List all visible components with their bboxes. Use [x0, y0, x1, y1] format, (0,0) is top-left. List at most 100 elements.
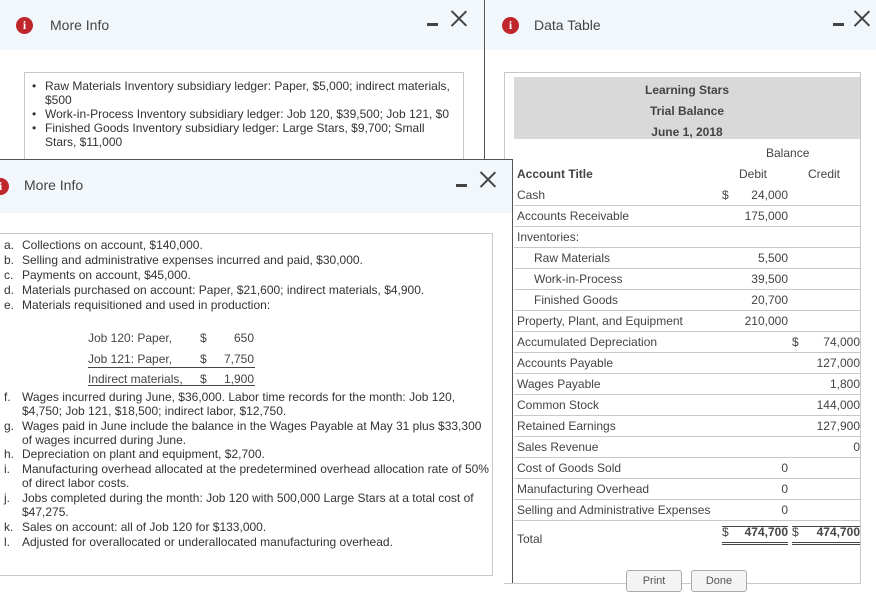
- requisition-label: Job 121: Paper,: [88, 352, 173, 366]
- row-divider: [514, 268, 860, 269]
- minimize-button[interactable]: [427, 23, 438, 26]
- close-button[interactable]: [853, 9, 871, 27]
- row-divider: [514, 373, 860, 374]
- list-item: • Raw Materials Inventory subsidiary ledg…: [32, 79, 450, 107]
- row-divider: [514, 436, 860, 437]
- total-double-underline: [722, 544, 788, 545]
- account-name: Raw Materials: [534, 251, 611, 265]
- row-divider: [514, 415, 860, 416]
- debit-value: 0: [781, 482, 788, 496]
- close-button[interactable]: [479, 170, 497, 188]
- print-button[interactable]: Print: [626, 570, 682, 592]
- account-name: Accounts Receivable: [517, 209, 630, 223]
- total-credit-sign: $: [792, 525, 799, 539]
- list-item: h. Depreciation on plant and equipment, $…: [4, 447, 265, 461]
- credit-value: 144,000: [816, 398, 860, 412]
- row-divider: [514, 520, 860, 521]
- list-item: • Work-in-Process Inventory subsidiary le…: [32, 107, 450, 121]
- balance-header: Balance: [766, 146, 810, 160]
- list-item: j. Jobs completed during the month: Job 1…: [4, 491, 474, 519]
- row-divider: [514, 499, 860, 500]
- list-item: i. Manufacturing overhead allocated at th…: [4, 462, 489, 490]
- subsidiary-ledger-list: • Raw Materials Inventory subsidiary ledg…: [32, 79, 455, 149]
- list-item: l. Adjusted for overallocated or underall…: [4, 535, 393, 549]
- account-name: Accounts Payable: [517, 356, 614, 370]
- debit-value: 0: [781, 503, 788, 517]
- more-info-dialog-2: i More Info a. Collections on account, $1…: [0, 159, 513, 583]
- minimize-button[interactable]: [456, 184, 467, 187]
- dialog-title: More Info: [50, 17, 110, 33]
- dialog-title: More Info: [24, 177, 84, 193]
- row-divider: [514, 205, 860, 206]
- list-item: • Finished Goods Inventory subsidiary led…: [32, 121, 425, 149]
- info-content-box: • Raw Materials Inventory subsidiary ledg…: [24, 72, 464, 159]
- account-name: Accumulated Depreciation: [517, 335, 658, 349]
- account-name: Sales Revenue: [517, 440, 599, 454]
- debit-value: 20,700: [751, 293, 788, 307]
- requisition-label: Job 120: Paper,: [88, 331, 173, 345]
- close-button[interactable]: [450, 9, 468, 27]
- row-divider: [514, 331, 860, 332]
- done-button[interactable]: Done: [691, 570, 747, 592]
- credit-header: Credit: [808, 167, 841, 181]
- list-item: f. Wages incurred during June, $36,000. L…: [4, 390, 456, 418]
- account-name: Inventories:: [517, 230, 580, 244]
- list-item: g. Wages paid in June include the balance…: [4, 419, 482, 447]
- row-divider: [514, 457, 860, 458]
- list-item: c. Payments on account, $45,000.: [4, 268, 191, 282]
- account-name: Finished Goods: [534, 293, 619, 307]
- debit-value: 39,500: [751, 272, 788, 286]
- credit-value: 74,000: [823, 335, 860, 349]
- total-debit: 474,700: [744, 525, 788, 539]
- report-date: June 1, 2018: [651, 125, 723, 139]
- list-item: d. Materials purchased on account: Paper,…: [4, 283, 425, 297]
- debit-value: 24,000: [751, 188, 788, 202]
- info-icon: i: [16, 17, 33, 34]
- total-credit: 474,700: [816, 525, 860, 539]
- requisition-dollar: $: [200, 331, 207, 345]
- requisition-amount: 1,900: [223, 372, 254, 386]
- account-name: Manufacturing Overhead: [517, 482, 650, 496]
- minimize-button[interactable]: [833, 23, 844, 26]
- credit-value: 1,800: [829, 377, 860, 391]
- row-divider: [514, 226, 860, 227]
- credit-value: 127,000: [816, 356, 860, 370]
- divider: [88, 367, 255, 368]
- debit-value: 210,000: [744, 314, 788, 328]
- debit-sign: $: [722, 188, 729, 202]
- debit-value: 175,000: [744, 209, 788, 223]
- account-name: Work-in-Process: [534, 272, 623, 286]
- more-info-dialog-1: i More Info • Raw Materials Inventory sub…: [0, 0, 485, 160]
- credit-sign: $: [792, 335, 799, 349]
- row-divider: [514, 310, 860, 311]
- account-title-header: Account Title: [517, 167, 593, 181]
- total-double-underline: [722, 542, 788, 543]
- company-name: Learning Stars: [644, 83, 730, 97]
- account-name: Wages Payable: [517, 377, 601, 391]
- info-icon: i: [502, 17, 519, 34]
- total-label: Total: [517, 532, 543, 546]
- list-item: b. Selling and administrative expenses in…: [4, 253, 363, 267]
- requisition-dollar: $: [200, 372, 207, 386]
- account-name: Property, Plant, and Equipment: [517, 314, 683, 328]
- debit-value: 0: [781, 461, 788, 475]
- requisition-amount: 650: [233, 331, 254, 345]
- credit-value: 0: [853, 440, 860, 454]
- row-divider: [514, 478, 860, 479]
- total-overline: [722, 526, 788, 527]
- trial-balance-header: Learning Stars Trial Balance June 1, 201…: [514, 77, 860, 139]
- divider: [88, 385, 255, 386]
- credit-value: 127,900: [816, 419, 860, 433]
- list-item: a. Collections on account, $140,000.: [4, 238, 203, 252]
- requisition-label: Indirect materials,: [88, 372, 183, 386]
- list-item: e. Materials requisitioned and used in pr…: [4, 298, 271, 312]
- total-double-underline: [792, 542, 860, 543]
- dialog-title: Data Table: [534, 17, 601, 33]
- list-item: k. Sales on account: all of Job 120 for $…: [4, 520, 267, 534]
- requisition-dollar: $: [200, 352, 207, 366]
- row-divider: [514, 352, 860, 353]
- total-debit-sign: $: [722, 525, 729, 539]
- report-name: Trial Balance: [649, 104, 725, 118]
- requisition-amount: 7,750: [223, 352, 254, 366]
- row-divider: [514, 394, 860, 395]
